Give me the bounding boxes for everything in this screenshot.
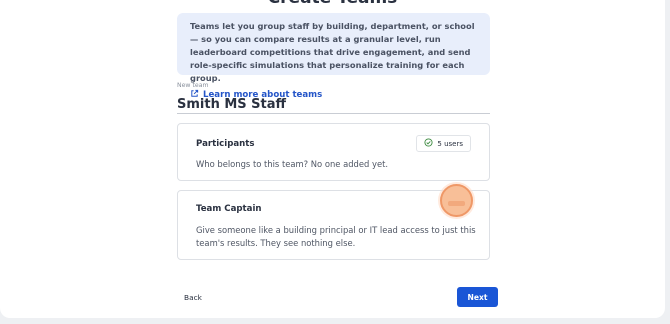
page-title: Create Teams <box>0 0 665 8</box>
check-circle-icon <box>424 138 433 149</box>
participants-card: Participants 5 users Who belongs to this… <box>177 123 490 181</box>
captain-assign-control[interactable] <box>440 184 473 217</box>
users-count-label: 5 users <box>437 139 463 148</box>
team-captain-title: Team Captain <box>196 204 262 214</box>
team-captain-card: Team Captain Give someone like a buildin… <box>177 184 490 260</box>
participants-description: Who belongs to this team? No one added y… <box>196 159 389 169</box>
team-name-input[interactable] <box>177 96 490 114</box>
back-button[interactable]: Back <box>177 288 207 306</box>
create-teams-page: Create Teams Teams let you group staff b… <box>0 0 665 318</box>
users-count-button[interactable]: 5 users <box>416 135 471 152</box>
captain-assign-inner <box>448 201 465 206</box>
teams-info-callout: Teams let you group staff by building, d… <box>177 13 490 100</box>
next-button[interactable]: Next <box>457 287 498 307</box>
participants-title: Participants <box>196 139 255 149</box>
team-name-label: New team <box>177 82 209 89</box>
team-captain-description: Give someone like a building principal o… <box>196 225 476 248</box>
info-text: Teams let you group staff by building, d… <box>190 21 475 83</box>
